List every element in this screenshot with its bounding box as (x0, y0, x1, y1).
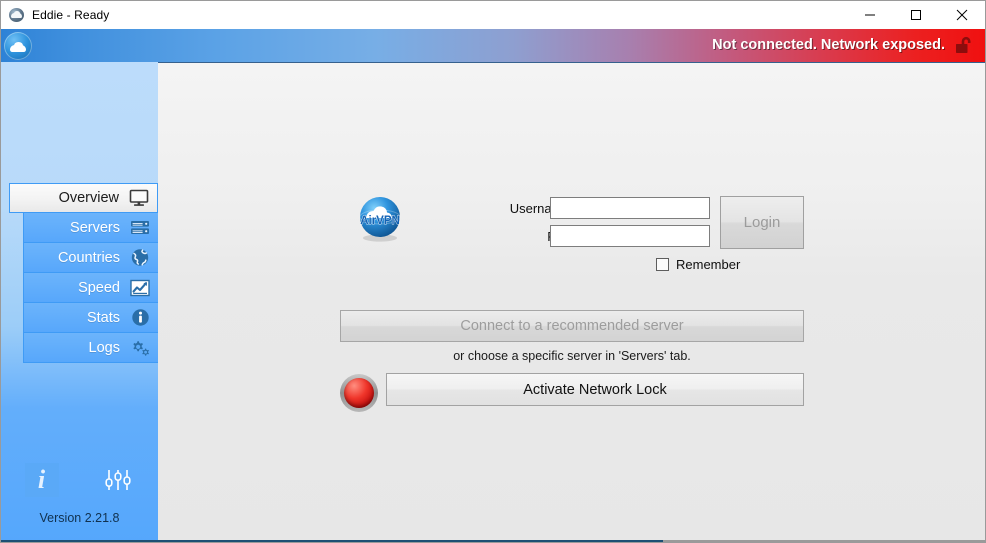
connect-recommended-button[interactable]: Connect to a recommended server (340, 310, 804, 342)
minimize-button[interactable] (847, 1, 893, 29)
version-label: Version 2.21.8 (39, 511, 120, 525)
sidebar-item-logs[interactable]: Logs (23, 332, 158, 363)
sidebar-item-label: Servers (70, 219, 120, 236)
server-hint-text: or choose a specific server in 'Servers'… (453, 349, 691, 363)
info-circle-icon (129, 307, 151, 328)
sidebar-item-stats[interactable]: Stats (23, 302, 158, 333)
username-input[interactable] (550, 197, 710, 219)
title-bar: Eddie - Ready (1, 1, 985, 29)
sliders-icon[interactable] (101, 463, 135, 497)
sidebar-item-servers[interactable]: Servers (23, 212, 158, 243)
status-message: Not connected. Network exposed. (712, 37, 945, 53)
sidebar-item-label: Speed (78, 279, 120, 296)
globe-icon (129, 247, 151, 268)
sidebar-item-label: Countries (57, 249, 120, 266)
close-button[interactable] (939, 1, 985, 29)
network-lock-row: Activate Network Lock (340, 373, 804, 413)
sidebar-item-overview[interactable]: Overview (9, 183, 158, 213)
sidebar-footer-icons: i (1, 459, 158, 501)
remember-checkbox[interactable] (656, 258, 669, 271)
line-chart-icon (129, 277, 151, 298)
remember-checkbox-row[interactable]: Remember (656, 257, 740, 272)
red-led-indicator (340, 374, 378, 412)
sidebar-item-label: Logs (88, 339, 120, 356)
maximize-button[interactable] (893, 1, 939, 29)
remember-label: Remember (676, 257, 741, 272)
window-bottom-edge-right (663, 540, 985, 542)
eddie-main-window: Eddie - Ready Not connected. Network exp… (0, 0, 986, 543)
sidebar-item-countries[interactable]: Countries (23, 242, 158, 273)
window-title: Eddie - Ready (32, 8, 110, 22)
sidebar-item-speed[interactable]: Speed (23, 272, 158, 303)
sidebar: Overview Servers Countries Speed Stats L… (1, 62, 158, 542)
password-input[interactable] (550, 225, 710, 247)
sidebar-item-label: Overview (58, 190, 119, 206)
main-content-overview: AirVPN Username/email: Password: Login R… (158, 62, 985, 542)
activate-network-lock-button[interactable]: Activate Network Lock (386, 373, 804, 406)
server-rack-icon (129, 217, 151, 238)
sidebar-item-label: Stats (86, 309, 120, 326)
sidebar-nav: Overview Servers Countries Speed Stats L… (1, 183, 158, 363)
unlocked-padlock-icon (954, 36, 976, 56)
connection-status-bar: Not connected. Network exposed. (1, 29, 985, 62)
svg-text:AirVPN: AirVPN (360, 215, 400, 227)
info-italic-icon[interactable]: i (24, 463, 59, 497)
cloud-icon (9, 7, 25, 23)
eddie-cloud-logo (4, 32, 32, 60)
sidebar-footer: i Version 2.21.8 (1, 459, 158, 525)
gears-icon (129, 337, 151, 358)
monitor-icon (128, 188, 150, 209)
login-button[interactable]: Login (720, 196, 804, 249)
window-controls (847, 1, 985, 29)
